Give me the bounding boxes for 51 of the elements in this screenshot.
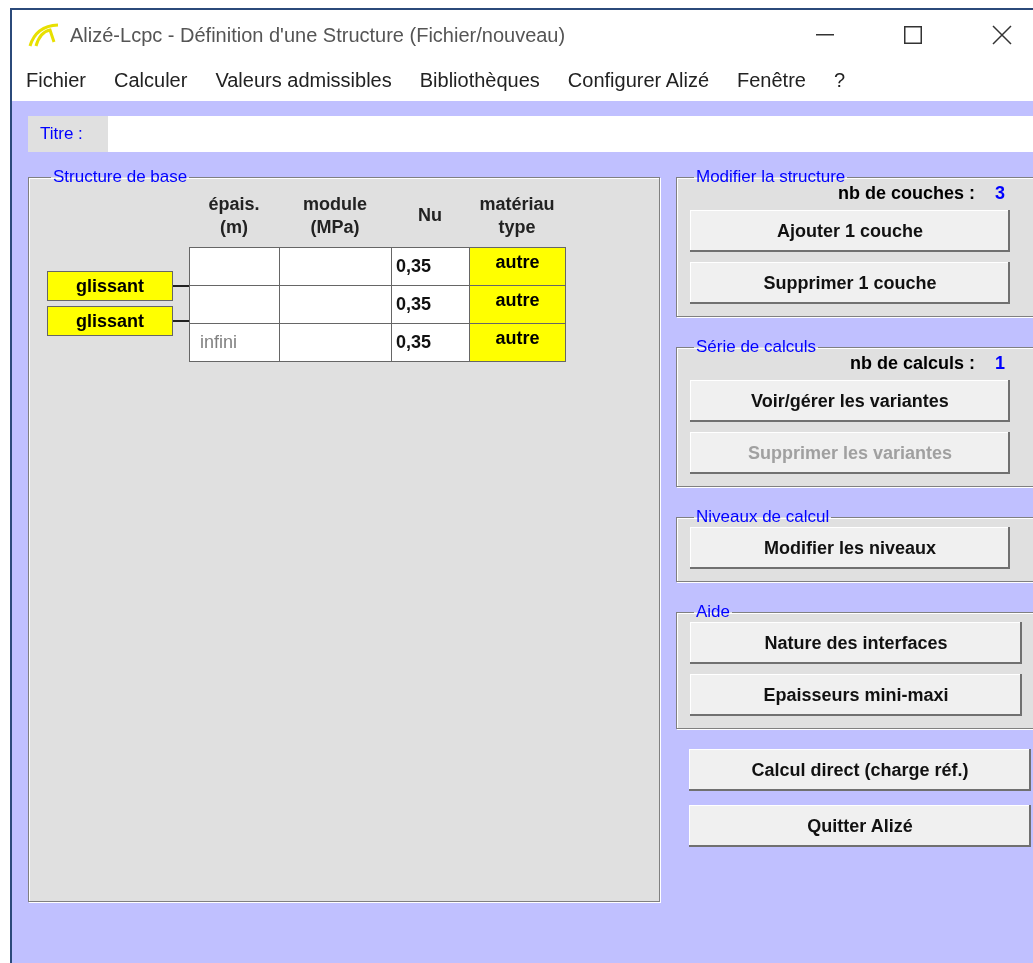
table-cell[interactable] [279, 247, 392, 286]
table-cell[interactable]: 0,35 [391, 285, 470, 324]
group-title: Niveaux de calcul [695, 507, 831, 527]
count-value: 3 [995, 183, 1005, 204]
table-cell[interactable]: autre [469, 247, 566, 286]
interface-label[interactable]: glissant [47, 271, 173, 301]
connector-line [173, 320, 189, 322]
count-value: 1 [995, 353, 1005, 374]
action-button[interactable]: Nature des interfaces [690, 622, 1022, 664]
menu-item[interactable]: Bibliothèques [419, 69, 540, 92]
group-title: Série de calculs [695, 337, 817, 357]
count-label: nb de calculs : [849, 353, 975, 374]
table-cell[interactable]: autre [469, 285, 566, 324]
minimize-icon[interactable] [816, 34, 834, 36]
menu-item[interactable]: Fenêtre [737, 69, 806, 92]
interface-label[interactable]: glissant [47, 306, 173, 336]
app-icon [28, 22, 60, 48]
action-button[interactable]: Supprimer 1 couche [690, 262, 1010, 304]
action-button[interactable]: Calcul direct (charge réf.) [689, 749, 1031, 791]
table-cell[interactable] [189, 285, 280, 324]
column-header: Nu [417, 204, 443, 228]
action-button[interactable]: Modifier les niveaux [690, 527, 1010, 569]
column-header: module (MPa) [302, 192, 368, 239]
table-cell[interactable]: autre [469, 323, 566, 362]
action-button[interactable]: Epaisseurs mini-maxi [690, 674, 1022, 716]
window-title: Alizé-Lcpc - Définition d'une Structure (Fichier/nouveau) [70, 23, 566, 47]
table-cell[interactable] [279, 285, 392, 324]
group-title: Modifier la structure [695, 167, 847, 186]
column-header: matériau type [478, 192, 556, 239]
menu-item[interactable]: Configurer Alizé [567, 69, 710, 92]
menu-item[interactable]: Calculer [114, 69, 188, 92]
title-field[interactable] [108, 116, 1033, 152]
table-cell[interactable] [279, 323, 392, 362]
group-title: Structure de base [52, 167, 189, 187]
action-button[interactable]: Voir/gérer les variantes [690, 380, 1010, 422]
table-cell[interactable]: 0,35 [391, 247, 470, 286]
count-label: nb de couches : [837, 183, 975, 204]
action-button[interactable]: Ajouter 1 couche [690, 210, 1010, 252]
menu-item[interactable]: ? [833, 69, 846, 92]
column-header: épais. (m) [207, 192, 261, 239]
group-title: Aide [695, 602, 732, 622]
menu-item[interactable]: Valeurs admissibles [215, 69, 392, 92]
action-button[interactable]: Quitter Alizé [689, 805, 1031, 847]
menu-item[interactable]: Fichier [26, 69, 86, 92]
title-label: Titre : [28, 116, 108, 152]
connector-line [173, 285, 189, 287]
close-icon[interactable] [992, 25, 1012, 45]
table-cell[interactable]: 0,35 [391, 323, 470, 362]
table-cell[interactable] [189, 247, 280, 286]
maximize-icon[interactable] [904, 26, 922, 44]
table-cell[interactable]: infini [189, 323, 280, 362]
